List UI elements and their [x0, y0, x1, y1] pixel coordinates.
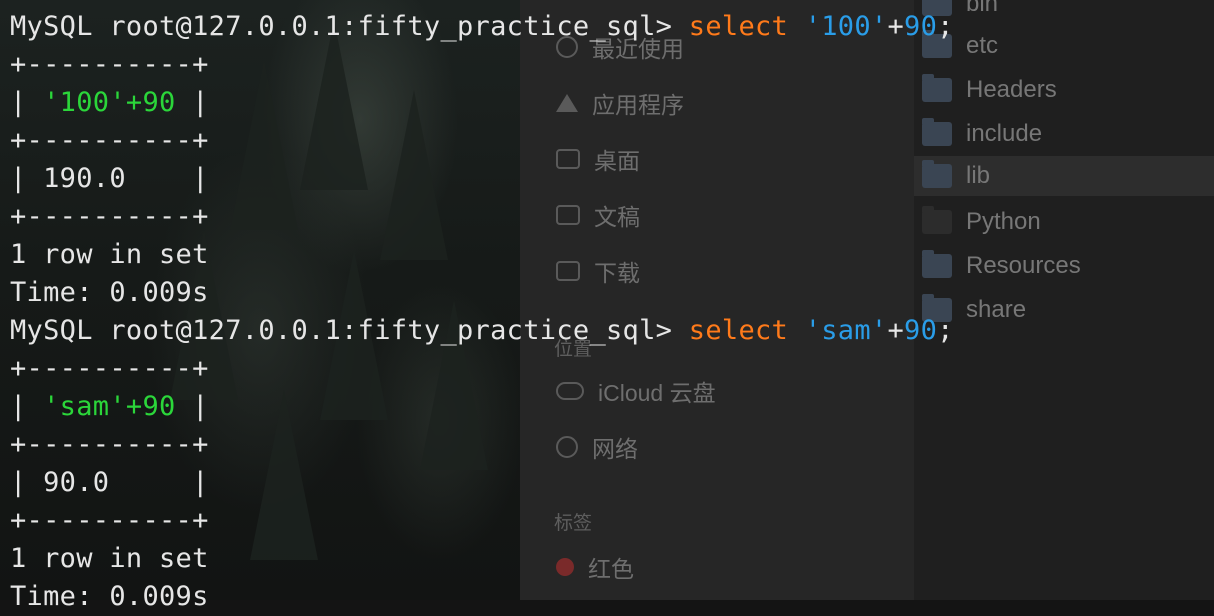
prompt: MySQL root@127.0.0.1:fifty_practice_sql> [10, 11, 689, 42]
table-border: +----------+ [10, 201, 209, 232]
column-header: 'sam'+90 [43, 391, 176, 422]
table-pipe: | [10, 87, 44, 118]
sql-string: 'sam' [804, 315, 888, 346]
table-pipe: | [175, 87, 209, 118]
sql-string: '100' [804, 11, 888, 42]
table-border: +----------+ [10, 505, 209, 536]
sql-terminator: ; [937, 315, 954, 346]
query-time: Time: 0.009s [10, 581, 209, 612]
column-header: '100'+90 [43, 87, 176, 118]
command-line: MySQL root@127.0.0.1:fifty_practice_sql>… [10, 312, 954, 350]
sql-number: 90 [904, 315, 938, 346]
prompt: MySQL root@127.0.0.1:fifty_practice_sql> [10, 315, 689, 346]
table-border: +----------+ [10, 353, 209, 384]
table-border: +----------+ [10, 125, 209, 156]
query-time: Time: 0.009s [10, 277, 209, 308]
table-row: | 190.0 | [10, 163, 209, 194]
sql-keyword: select [688, 315, 789, 346]
table-border: +----------+ [10, 429, 209, 460]
terminal-window[interactable]: MySQL root@127.0.0.1:fifty_practice_sql>… [0, 0, 1214, 612]
sql-operator: + [887, 11, 905, 42]
sql-keyword: select [688, 11, 789, 42]
row-count: 1 row in set [10, 239, 209, 270]
sql-operator: + [887, 315, 905, 346]
table-header-row: | '100'+90 | [10, 84, 209, 122]
row-count: 1 row in set [10, 543, 209, 574]
command-line: MySQL root@127.0.0.1:fifty_practice_sql>… [10, 8, 954, 46]
table-pipe: | [175, 391, 209, 422]
sql-number: 90 [904, 11, 938, 42]
table-row: | 90.0 | [10, 467, 209, 498]
table-header-row: | 'sam'+90 | [10, 388, 209, 426]
sql-terminator: ; [937, 11, 954, 42]
table-pipe: | [10, 391, 44, 422]
table-border: +----------+ [10, 49, 209, 80]
